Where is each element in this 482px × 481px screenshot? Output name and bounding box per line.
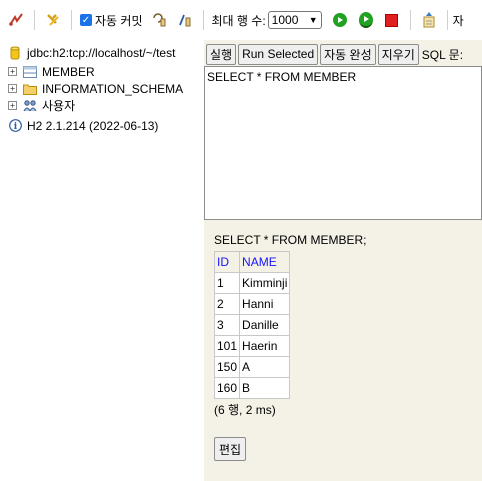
max-rows-select[interactable]: 1000 ▼ [267, 11, 322, 29]
toolbar-overflow-label: 자 [452, 13, 464, 28]
tree-item-information-schema[interactable]: + INFORMATION_SCHEMA [0, 80, 183, 97]
table-cell: A [239, 356, 291, 378]
checkbox-check-icon: ✓ [80, 14, 92, 26]
tree-item-users[interactable]: + 사용자 [0, 97, 75, 114]
tree-item-label: INFORMATION_SCHEMA [42, 81, 184, 96]
toolbar-separator [71, 10, 72, 30]
sql-label: SQL 문: [421, 47, 464, 62]
query-panel: 실행 Run Selected 자동 완성 지우기 SQL 문: SELECT … [204, 40, 482, 481]
object-tree: jdbc:h2:tcp://localhost/~/test + MEMBER … [0, 40, 204, 481]
run-icon[interactable] [330, 10, 350, 30]
table-cell: Hanni [239, 293, 291, 315]
result-summary: (6 행, 2 ms) [214, 403, 276, 417]
tree-item-member[interactable]: + MEMBER [0, 63, 95, 80]
toolbar-separator [202, 10, 204, 30]
table-header-row: ID NAME [213, 251, 291, 273]
table-cell: 150 [213, 356, 241, 378]
result-area: SELECT * FROM MEMBER; ID NAME 1 Kimminji… [213, 233, 367, 418]
run-button[interactable]: 실행 [206, 43, 237, 65]
expand-icon[interactable]: + [8, 84, 17, 93]
folder-icon [23, 82, 37, 96]
max-rows-label: 최대 행 수: [211, 13, 266, 28]
table-cell: 160 [213, 377, 241, 399]
tree-item-label: 사용자 [42, 99, 76, 113]
svg-text:i: i [13, 122, 17, 132]
info-icon: i [8, 119, 22, 133]
commit-icon[interactable] [175, 10, 195, 30]
table-cell: 3 [213, 314, 241, 336]
table-row: 1 Kimminji [213, 272, 291, 294]
database-icon [8, 46, 22, 60]
toolbar-separator [34, 10, 35, 30]
table-icon [23, 65, 37, 79]
expand-icon[interactable]: + [8, 101, 17, 110]
table-cell: Kimminji [239, 272, 291, 294]
table-row: 3 Danille [213, 314, 291, 336]
version-text: H2 2.1.214 (2022-06-13) [27, 118, 159, 133]
table-row: 150 A [213, 356, 291, 378]
table-cell: 2 [213, 293, 241, 315]
result-query: SELECT * FROM MEMBER; [214, 233, 367, 247]
column-header-name[interactable]: NAME [239, 251, 291, 273]
toolbar: ✓ 자동 커밋 최대 행 수: 1000 ▼ 자 [0, 0, 482, 41]
auto-complete-button[interactable]: 자동 완성 [320, 43, 376, 65]
sql-editor-text: SELECT * FROM MEMBER [207, 70, 357, 84]
sql-editor[interactable]: SELECT * FROM MEMBER [204, 66, 482, 220]
users-icon [23, 99, 37, 113]
table-cell: 1 [213, 272, 241, 294]
run-selected-button[interactable]: Run Selected [238, 43, 319, 65]
rollback-icon[interactable] [149, 10, 169, 30]
clear-button[interactable]: 지우기 [377, 43, 419, 65]
table-cell: Danille [239, 314, 291, 336]
column-header-id[interactable]: ID [213, 251, 241, 273]
autocommit-label: 자동 커밋 [95, 13, 143, 28]
edit-button[interactable]: 편집 [214, 437, 247, 461]
tree-connection[interactable]: jdbc:h2:tcp://localhost/~/test [0, 44, 175, 61]
toolbar-separator [409, 10, 411, 30]
table-row: 160 B [213, 377, 291, 399]
refresh-icon[interactable] [43, 10, 63, 30]
history-icon[interactable] [419, 10, 439, 30]
command-bar: 실행 Run Selected 자동 완성 지우기 SQL 문: [204, 40, 482, 68]
autocommit-checkbox[interactable]: ✓ 자동 커밋 [80, 12, 143, 29]
tree-item-label: MEMBER [42, 64, 95, 79]
expand-icon[interactable]: + [8, 67, 17, 76]
chevron-down-icon: ▼ [308, 15, 318, 25]
table-row: 101 Haerin [213, 335, 291, 357]
stop-icon[interactable] [382, 10, 402, 30]
table-cell: B [239, 377, 291, 399]
tree-version: i H2 2.1.214 (2022-06-13) [0, 117, 158, 134]
connection-url: jdbc:h2:tcp://localhost/~/test [27, 45, 176, 60]
disconnect-icon[interactable] [6, 10, 26, 30]
max-rows-value: 1000 [271, 13, 299, 27]
table-row: 2 Hanni [213, 293, 291, 315]
toolbar-separator [446, 10, 448, 30]
table-cell: Haerin [239, 335, 291, 357]
run-selected-icon[interactable] [356, 10, 376, 30]
result-table: ID NAME 1 Kimminji 2 Hanni 3 Danille 101… [213, 251, 291, 399]
table-cell: 101 [213, 335, 241, 357]
